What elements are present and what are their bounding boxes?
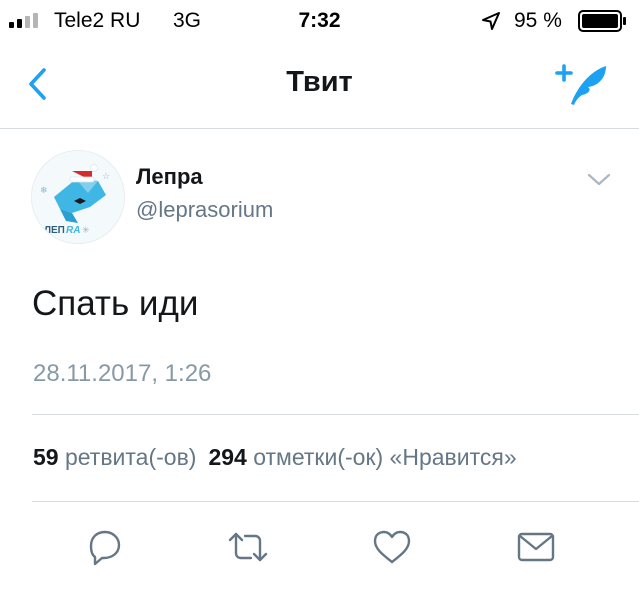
navigation-bar: Твит	[0, 42, 639, 129]
svg-text:☆: ☆	[102, 171, 110, 181]
retweets-count: 59	[33, 444, 59, 470]
envelope-icon	[517, 532, 555, 562]
svg-text:❄: ❄	[40, 185, 48, 195]
tweet-options-button[interactable]	[584, 166, 614, 194]
svg-text:✳: ✳	[82, 225, 90, 235]
author-handle[interactable]: @leprasorium	[136, 197, 273, 223]
location-arrow-icon	[482, 12, 500, 30]
tweet-stats: 59 ретвита(-ов) 294 отметки(-ок) «Нравитс…	[33, 444, 517, 471]
retweet-icon	[228, 532, 268, 562]
reply-button[interactable]	[83, 526, 125, 568]
direct-message-button[interactable]	[515, 526, 557, 568]
reply-icon	[89, 530, 121, 566]
battery-percent: 95 %	[514, 9, 562, 32]
retweets-label: ретвита(-ов)	[64, 444, 197, 470]
retweets-stat[interactable]: 59 ретвита(-ов)	[33, 444, 196, 470]
chevron-down-icon	[587, 173, 611, 186]
divider	[32, 501, 639, 502]
divider	[32, 414, 639, 415]
svg-text:RA: RA	[66, 225, 80, 236]
tweet-screen: Tele2 RU 3G 7:32 95 % Твит ЛЕП RA ❄ ☆ ✳ …	[0, 0, 639, 591]
retweet-button[interactable]	[227, 526, 269, 568]
svg-text:ЛЕП: ЛЕП	[44, 225, 65, 236]
author-name[interactable]: Лепра	[136, 164, 203, 190]
page-title: Твит	[286, 66, 353, 98]
likes-label: отметки(-ок) «Нравится»	[253, 444, 517, 470]
likes-count: 294	[208, 444, 247, 470]
compose-tweet-icon	[555, 64, 606, 105]
tweet-timestamp: 28.11.2017, 1:26	[33, 360, 212, 387]
status-bar: Tele2 RU 3G 7:32 95 %	[0, 0, 639, 42]
avatar[interactable]: ЛЕП RA ❄ ☆ ✳	[31, 150, 125, 244]
heart-icon	[373, 530, 411, 564]
compose-tweet-button[interactable]	[554, 62, 612, 110]
like-button[interactable]	[371, 526, 413, 568]
likes-stat[interactable]: 294 отметки(-ок) «Нравится»	[208, 444, 516, 470]
tweet-text: Спать иди	[32, 284, 199, 323]
battery-icon	[578, 10, 626, 32]
leprasorium-logo: ЛЕП RA ❄ ☆ ✳	[32, 151, 124, 243]
